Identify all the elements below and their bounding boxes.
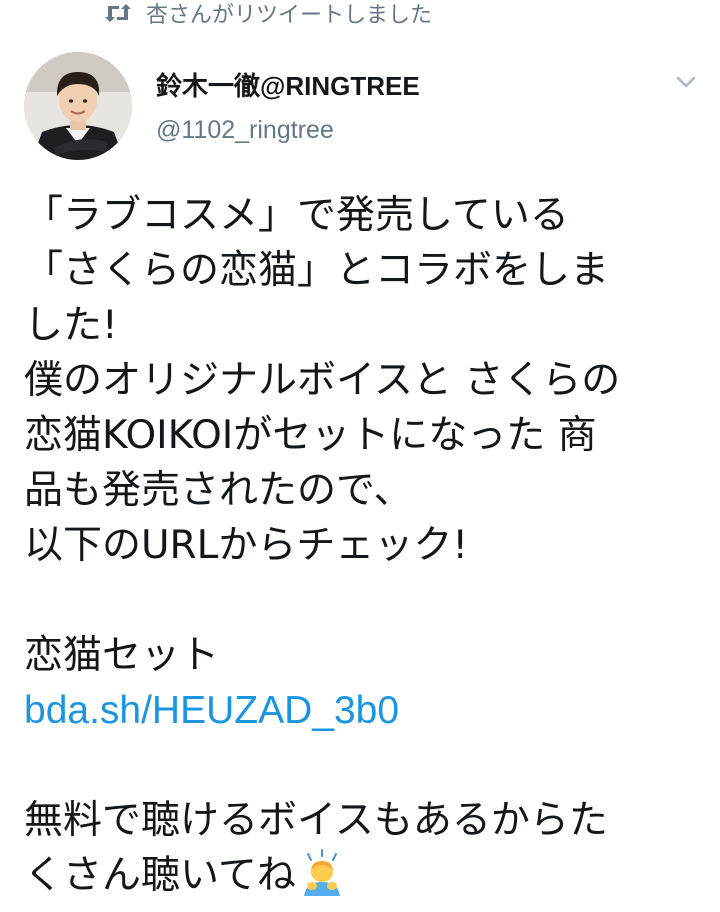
tweet-line: した! — [24, 303, 118, 348]
tweet-line: 無料で聴けるボイスもあるからた — [24, 798, 608, 843]
tweet-line: 以下のURLからチェック! — [24, 523, 469, 568]
retweet-context: 杏さんがリツイートしました — [104, 0, 432, 30]
tweet-line: 「ラブコスメ」で発売している — [24, 193, 569, 238]
tweet-link-line: bda.sh/HEUZAD_3b0 — [24, 683, 714, 738]
tweet-line: 恋猫セット — [24, 633, 220, 678]
tweet-line: 僕のオリジナルボイスと さくらの — [24, 358, 621, 403]
avatar[interactable] — [24, 52, 132, 160]
author-handle[interactable]: @1102_ringtree — [156, 116, 334, 145]
tweet-line: 恋猫KOIKOIがセットになった 商 — [24, 413, 597, 458]
tweet-line: 「さくらの恋猫」とコラボをしま — [24, 248, 610, 293]
tweet-line: くさん聴いてね — [24, 848, 714, 903]
chevron-down-icon[interactable] — [672, 70, 700, 94]
retweet-icon — [104, 2, 132, 24]
tweet-link[interactable]: bda.sh/HEUZAD_3b0 — [24, 689, 399, 732]
tweet-text: 「ラブコスメ」で発売している 「さくらの恋猫」とコラボをしま した! 僕のオリジ… — [24, 188, 714, 903]
tweet-line: 品も発売されたので、 — [24, 468, 413, 513]
tweet-line-text: くさん聴いてね — [24, 853, 296, 898]
person-bowing-emoji — [298, 848, 346, 896]
retweet-context-text: 杏さんがリツイートしました — [146, 3, 433, 28]
author-display-name[interactable]: 鈴木一徹@RINGTREE — [156, 66, 420, 103]
